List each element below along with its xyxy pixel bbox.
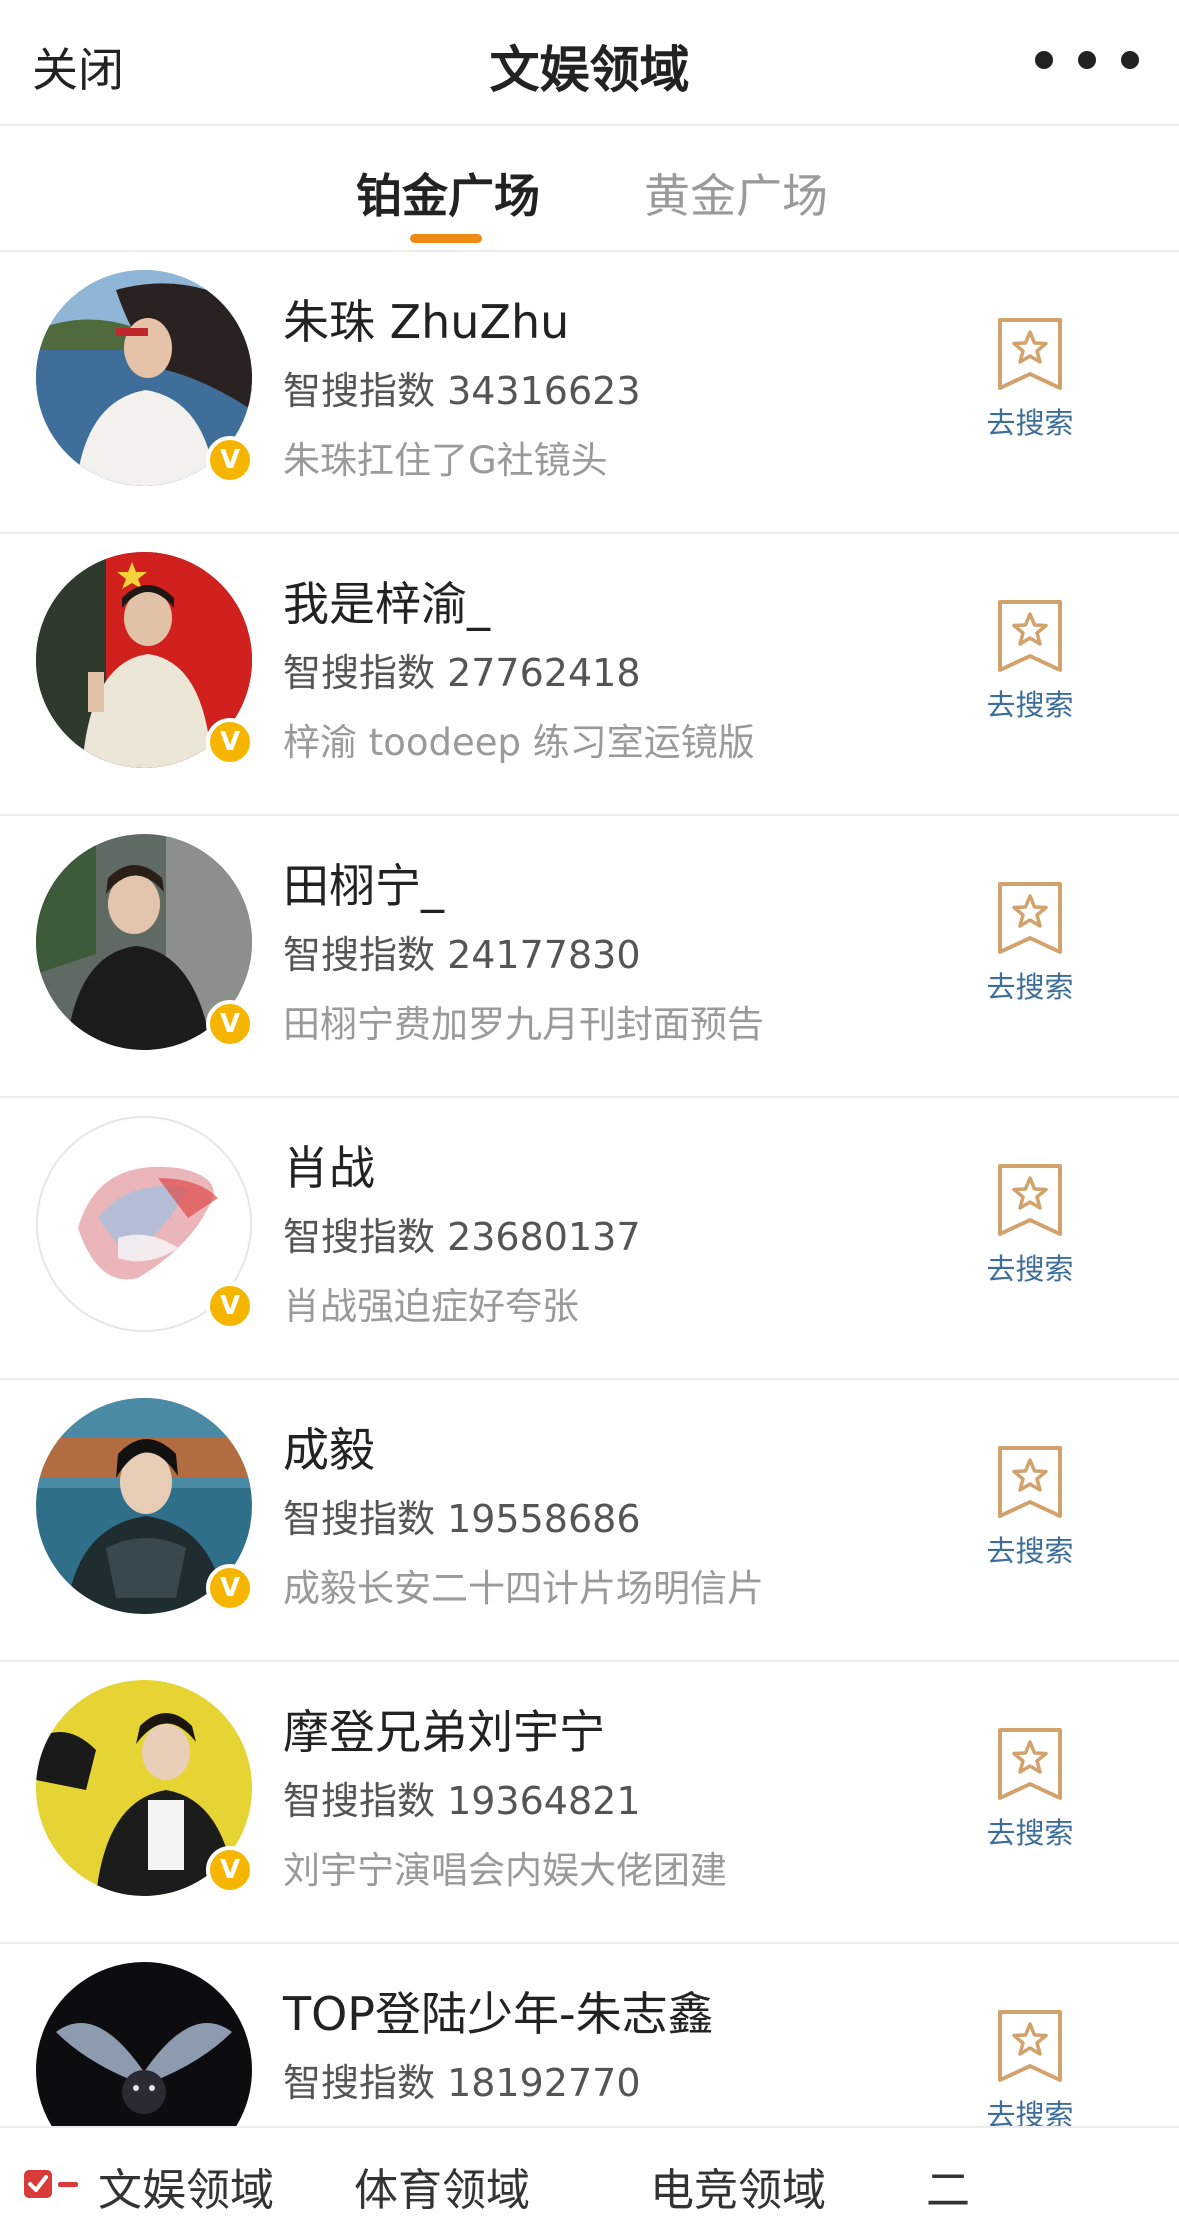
user-name[interactable]: 田栩宁_	[283, 850, 444, 916]
checkbox-list-icon[interactable]	[22, 2164, 82, 2204]
verified-v-icon: V	[206, 1846, 254, 1894]
go-search-label: 去搜索	[986, 970, 1074, 1004]
go-search-label: 去搜索	[986, 2098, 1074, 2126]
go-search-button[interactable]: 去搜索	[980, 880, 1080, 1010]
avatar[interactable]	[36, 1962, 252, 2126]
search-index: 智搜指数 23680137	[283, 1215, 641, 1259]
hot-topic[interactable]: 田栩宁费加罗九月刊封面预告	[283, 994, 764, 1048]
hot-topic[interactable]: 梓渝 toodeep 练习室运镜版	[283, 712, 755, 766]
hot-topic[interactable]: 成毅长安二十四计片场明信片	[283, 1558, 764, 1612]
ranking-list: V 朱珠 ZhuZhu 智搜指数 34316623 朱珠扛住了G社镜头 去搜索	[0, 252, 1179, 2126]
go-search-label: 去搜索	[986, 1534, 1074, 1568]
nav-esports[interactable]: 电竞领域	[650, 2154, 826, 2218]
user-name[interactable]: TOP登陆少年-朱志鑫	[283, 1978, 714, 2044]
bottom-category-nav: 文娱领域 体育领域 电竞领域 二	[0, 2126, 1179, 2237]
star-bookmark-icon	[998, 2010, 1062, 2082]
go-search-button[interactable]: 去搜索	[980, 1726, 1080, 1856]
star-bookmark-icon	[998, 318, 1062, 390]
verified-v-icon: V	[206, 1000, 254, 1048]
nav-next-category[interactable]: 二	[926, 2154, 970, 2218]
go-search-label: 去搜索	[986, 688, 1074, 722]
search-index: 智搜指数 18192770	[283, 2061, 641, 2105]
star-bookmark-icon	[998, 1728, 1062, 1800]
go-search-button[interactable]: 去搜索	[980, 598, 1080, 728]
go-search-label: 去搜索	[986, 406, 1074, 440]
star-bookmark-icon	[998, 882, 1062, 954]
search-index: 智搜指数 27762418	[283, 651, 641, 695]
star-bookmark-icon	[998, 1446, 1062, 1518]
hot-topic[interactable]: 肖战强迫症好夸张	[283, 1276, 579, 1330]
user-name[interactable]: 肖战	[283, 1132, 375, 1198]
active-tab-indicator	[410, 234, 482, 243]
go-search-button[interactable]: 去搜索	[980, 1444, 1080, 1574]
verified-v-icon: V	[206, 718, 254, 766]
hot-topic[interactable]: 朱珠扛住了G社镜头	[283, 430, 608, 484]
user-name[interactable]: 朱珠 ZhuZhu	[283, 286, 569, 352]
nav-entertainment[interactable]: 文娱领域	[98, 2154, 274, 2218]
search-index: 智搜指数 24177830	[283, 933, 641, 977]
user-name[interactable]: 我是梓渝_	[283, 568, 490, 634]
star-bookmark-icon	[998, 1164, 1062, 1236]
user-name[interactable]: 成毅	[283, 1414, 375, 1480]
go-search-label: 去搜索	[986, 1816, 1074, 1850]
list-item[interactable]: V 摩登兄弟刘宇宁 智搜指数 19364821 刘宇宁演唱会内娱大佬团建 去搜索	[0, 1662, 1179, 1944]
list-item[interactable]: V 肖战 智搜指数 23680137 肖战强迫症好夸张 去搜索	[0, 1098, 1179, 1380]
user-name[interactable]: 摩登兄弟刘宇宁	[283, 1696, 605, 1762]
go-search-button[interactable]: 去搜索	[980, 1162, 1080, 1292]
nav-sports[interactable]: 体育领域	[354, 2154, 530, 2218]
tab-bar: 铂金广场 黄金广场	[0, 126, 1179, 252]
list-item[interactable]: V 成毅 智搜指数 19558686 成毅长安二十四计片场明信片 去搜索	[0, 1380, 1179, 1662]
hot-topic[interactable]: 刘宇宁演唱会内娱大佬团建	[283, 1840, 727, 1894]
top-bar: 关闭 文娱领域	[0, 0, 1179, 126]
more-icon[interactable]	[1035, 46, 1139, 74]
verified-v-icon: V	[206, 436, 254, 484]
go-search-label: 去搜索	[986, 1252, 1074, 1286]
search-index: 智搜指数 34316623	[283, 369, 641, 413]
list-item[interactable]: V 田栩宁_ 智搜指数 24177830 田栩宁费加罗九月刊封面预告 去搜索	[0, 816, 1179, 1098]
search-index: 智搜指数 19364821	[283, 1779, 641, 1823]
go-search-button[interactable]: 去搜索	[980, 316, 1080, 446]
list-item[interactable]: V 我是梓渝_ 智搜指数 27762418 梓渝 toodeep 练习室运镜版 …	[0, 534, 1179, 816]
tab-platinum-square[interactable]: 铂金广场	[356, 160, 540, 226]
search-index: 智搜指数 19558686	[283, 1497, 641, 1541]
verified-v-icon: V	[206, 1564, 254, 1612]
list-item[interactable]: V 朱珠 ZhuZhu 智搜指数 34316623 朱珠扛住了G社镜头 去搜索	[0, 252, 1179, 534]
star-bookmark-icon	[998, 600, 1062, 672]
page-title: 文娱领域	[489, 41, 690, 99]
verified-v-icon: V	[206, 1282, 254, 1330]
list-item[interactable]: TOP登陆少年-朱志鑫 智搜指数 18192770 去搜索	[0, 1944, 1179, 2126]
tab-gold-square[interactable]: 黄金广场	[644, 160, 828, 226]
go-search-button[interactable]: 去搜索	[980, 2008, 1080, 2126]
